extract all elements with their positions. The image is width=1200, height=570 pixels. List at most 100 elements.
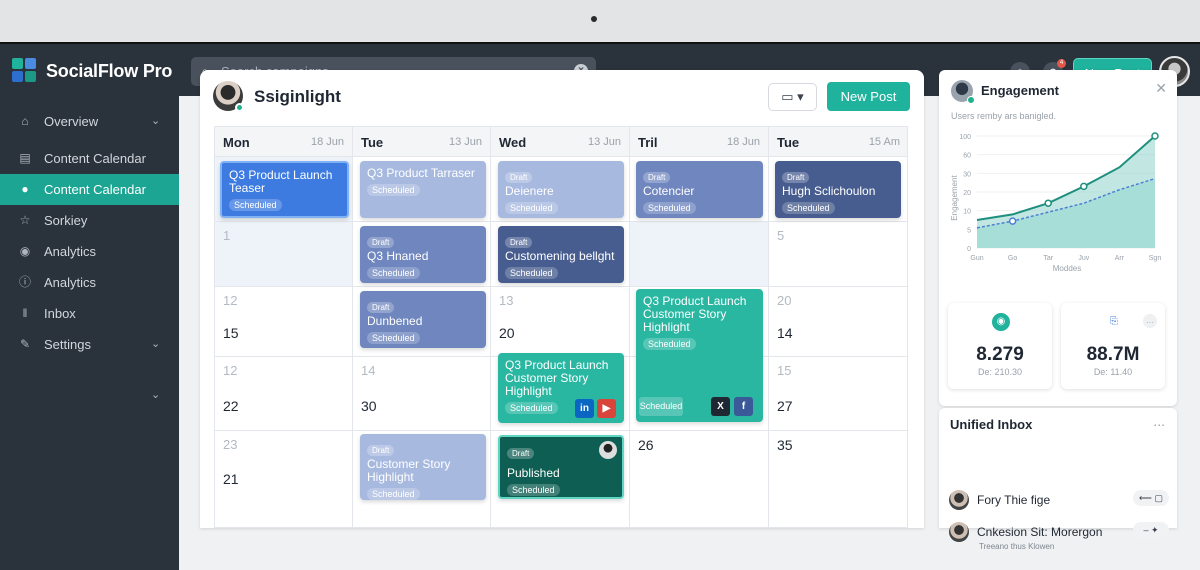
more-icon[interactable]: ... [1153,413,1165,429]
event-card[interactable]: Draft Q3 Hnaned Scheduled [360,226,486,283]
event-title: Q3 Product Launch Customer Story Highlig… [505,358,609,398]
message-action-button[interactable]: – ✦ [1133,522,1169,538]
event-card[interactable]: Draft Published Scheduled [498,435,624,499]
day-cell[interactable]: 12 22 [215,357,353,431]
date-number: 27 [777,398,793,414]
data-point [1080,182,1088,191]
event-title: Hugh Sclichoulon [782,184,876,198]
day-cell[interactable]: 13 20 [491,287,630,357]
sidebar-collapse[interactable]: ⌄ [0,380,179,411]
day-cell[interactable]: 26 [630,431,769,527]
x-tick-label: Go [1008,255,1017,262]
stat-value: 8.279 [976,344,1024,365]
draft-tag: Draft [505,237,533,248]
home-icon: ⌂ [21,114,29,128]
x-tick-label: Gun [970,255,983,262]
date-number: 12 [223,363,238,378]
sidebar-item-settings[interactable]: ✎ Settings ⌄ [0,329,179,360]
calendar-icon: ▤ [19,151,31,165]
sidebar-item-label: Sorkiey [44,213,88,228]
event-card[interactable]: Draft Deienere Scheduled [498,161,624,218]
online-indicator [967,96,975,104]
event-title: Q3 Hnaned [367,249,429,263]
sidebar-item-label: Content Calendar [44,151,146,166]
event-card[interactable]: Draft Cotencier Scheduled [636,161,763,218]
draft-tag: Draft [643,172,671,183]
notification-badge: 4 [1057,59,1066,68]
event-title: Deienere [505,184,554,198]
inbox-message[interactable]: Fory Thie fige ⟵ ▢ [949,490,1169,526]
day-cell[interactable]: 35 [769,431,907,527]
date-number: 23 [223,437,238,452]
unified-inbox-panel: Unified Inbox ... Fory Thie fige ⟵ ▢ Cnk… [939,408,1177,551]
data-point [1151,132,1159,140]
day-cell[interactable] [630,222,769,287]
event-card[interactable]: Q3 Product Tarraser Scheduled [360,161,486,218]
draft-tag: Draft [507,448,535,459]
sidebar-item-analytics-2[interactable]: ⓘ Analytics [0,267,179,298]
day-cell[interactable]: 12 15 [215,287,353,357]
date-number: 20 [777,293,792,308]
draft-tag: Draft [367,302,395,313]
date-number: 26 [638,437,654,453]
day-cell[interactable]: 14 30 [353,357,491,431]
column-day: Wed [499,135,527,150]
sidebar-item-inbox[interactable]: ‖ Inbox [0,298,179,329]
event-status: Scheduled [782,202,835,214]
date-number: 30 [361,398,377,414]
sidebar: ⌂ Overview ⌄ ▤ Content Calendar ● Conten… [0,96,179,570]
calendar-grid: Mon 18 Jun Tue 13 Jun Wed 13 Jun Tril 18 Jun… [214,126,908,528]
close-icon[interactable]: ✕ [1155,80,1167,97]
event-card[interactable]: Draft Customening bellght Scheduled [498,226,624,283]
event-title: Cotencier [643,184,695,198]
sidebar-item-label: Analytics [44,275,97,290]
event-status: Scheduled [229,199,282,211]
sidebar-item-overview[interactable]: ⌂ Overview ⌄ [0,106,179,137]
sidebar-item-content-calendar[interactable]: ▤ Content Calendar [0,143,179,174]
column-day: Tril [638,135,658,150]
day-cell[interactable]: 1 [215,222,353,287]
team-avatar [213,81,244,112]
day-cell[interactable]: 5 [769,222,907,287]
inbox-message[interactable]: Cnkesion Sit: Morergon Treeano thus Klow… [949,522,1169,558]
event-status: Scheduled [367,332,420,344]
column-date: 13 Jun [448,136,482,148]
new-post-button[interactable]: New Post [827,82,910,111]
y-tick-label: 30 [963,171,971,178]
day-cell[interactable]: 20 14 [769,287,907,357]
x-tick-label: Arr [1115,255,1125,262]
y-tick-label: 60 [963,153,971,160]
date-number: 14 [361,363,376,378]
column-day: Mon [223,135,250,150]
event-card[interactable]: Draft Dunbened Scheduled [360,291,486,348]
wrench-icon: ✎ [19,337,31,351]
event-card[interactable]: Draft Customer Story Highlight Scheduled [360,434,486,500]
online-indicator [235,103,244,112]
sidebar-item-content-calendar-active[interactable]: ● Content Calendar [0,174,179,205]
event-status: Scheduled [367,488,420,500]
camera-dot [591,16,597,22]
column-date: 15 Am [868,136,900,148]
avatar [949,522,969,542]
date-number: 5 [777,228,785,243]
y-tick-label: 20 [963,190,971,197]
draft-tag: Draft [782,172,810,183]
star-icon: ☆ [19,213,31,227]
sidebar-item-sorkiey[interactable]: ☆ Sorkiey [0,205,179,236]
event-card[interactable]: Q3 Product Launch Customer Story Highlig… [636,289,763,422]
day-cell[interactable]: 15 27 [769,357,907,431]
event-card[interactable]: Q3 Product Launch Customer Story Highlig… [498,353,624,423]
event-card[interactable]: Q3 Product Launch Teaser Scheduled [220,161,349,218]
more-icon[interactable]: … [1143,314,1157,328]
chevron-down-icon: ⌄ [151,115,161,127]
day-cell[interactable]: 23 21 [215,431,353,527]
event-card[interactable]: Draft Hugh Sclichoulon Scheduled [775,161,901,218]
reply-action-button[interactable]: ⟵ ▢ [1133,490,1169,506]
y-tick-label: 5 [967,227,971,234]
event-title: Published [507,466,560,480]
brand-name: SocialFlow Pro [46,61,173,81]
sidebar-item-analytics[interactable]: ◉ Analytics [0,236,179,267]
stat-sub: De: 210.30 [977,367,1023,377]
inbox-title: Unified Inbox [950,417,1033,432]
comment-dropdown-button[interactable]: ▭ ▾ [768,83,817,111]
